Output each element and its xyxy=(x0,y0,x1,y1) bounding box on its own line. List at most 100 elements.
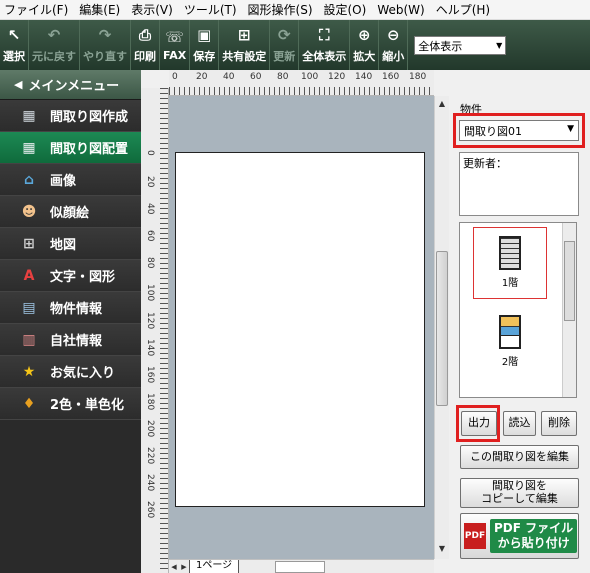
scroll-thumb[interactable] xyxy=(436,251,448,406)
sidebar-item-map[interactable]: ⊞ 地図 xyxy=(0,228,141,260)
portrait-icon: ☻ xyxy=(21,203,37,220)
page-prev-icon[interactable]: ◀ xyxy=(169,563,179,571)
sidebar-item-portrait[interactable]: ☻ 似顔絵 xyxy=(0,196,141,228)
share-settings-button[interactable]: ⊞ 共有設定 xyxy=(219,20,271,70)
menu-view[interactable]: 表示(V) xyxy=(131,1,173,18)
highlight-box xyxy=(456,405,500,442)
canvas-workspace[interactable] xyxy=(169,96,434,559)
ruler-label: 160 xyxy=(382,72,400,82)
star-icon: ★ xyxy=(22,363,36,380)
ruler-label: 20 xyxy=(145,176,155,188)
redo-icon: ↷ xyxy=(98,26,112,44)
ruler-label: 240 xyxy=(145,474,155,492)
map-icon: ⊞ xyxy=(23,235,35,252)
sidebar-item-floorplan-create[interactable]: ▦ 間取り図作成 xyxy=(0,100,141,132)
text-shape-icon: A xyxy=(23,267,35,284)
company-info-icon: ▥ xyxy=(22,331,36,348)
floor-thumbnail[interactable]: 2階 xyxy=(473,307,547,379)
save-icon: ▣ xyxy=(197,26,212,44)
floorplan-create-icon: ▦ xyxy=(22,107,36,124)
main-menu-header[interactable]: ◀ メインメニュー xyxy=(0,70,141,100)
pdf-icon: PDF xyxy=(464,523,486,549)
ruler-label: 180 xyxy=(409,72,427,82)
zoom-in-button[interactable]: ⊕ 拡大 xyxy=(350,20,380,70)
fit-view-icon: ⛶ xyxy=(318,26,330,44)
color-mode-icon: ♦ xyxy=(22,395,36,412)
ruler-label: 120 xyxy=(328,72,346,82)
sidebar-item-text-shape[interactable]: A 文字・図形 xyxy=(0,260,141,292)
page-tab[interactable]: 1ページ xyxy=(189,560,240,573)
menu-tools[interactable]: ツール(T) xyxy=(184,1,237,18)
ruler-label: 100 xyxy=(301,72,319,82)
ruler-label: 60 xyxy=(145,230,155,242)
page-tab-bar: ◀ ▶ 1ページ xyxy=(169,559,434,573)
sidebar-item-favorites[interactable]: ★ お気に入り xyxy=(0,356,141,388)
copy-edit-floorplan-button[interactable]: 間取り図を コピーして編集 xyxy=(460,478,579,508)
ruler-label: 140 xyxy=(145,339,155,357)
thumbnail-scrollbar[interactable] xyxy=(562,223,576,397)
sidebar-item-property-info[interactable]: ▤ 物件情報 xyxy=(0,292,141,324)
toolbar: ↖ 選択 ↶ 元に戻す ↷ やり直す ⎙ 印刷 ☏ FAX ▣ 保存 ⊞ 共有設定 ⟳ 更新 ⛶… xyxy=(0,20,590,70)
fax-icon: ☏ xyxy=(165,27,185,46)
floorplan-thumb-icon xyxy=(499,236,521,270)
vertical-ruler: 0 20 40 60 80 100 120 140 160 180 200 22… xyxy=(141,88,169,573)
cursor-icon: ↖ xyxy=(7,26,21,44)
horizontal-scroll-thumb[interactable] xyxy=(275,560,326,573)
share-icon: ⊞ xyxy=(237,26,251,44)
load-button[interactable]: 読込 xyxy=(503,411,536,436)
highlight-box xyxy=(453,113,585,148)
fax-button[interactable]: ☏ FAX xyxy=(160,20,191,70)
zoom-out-button[interactable]: ⊖ 縮小 xyxy=(379,20,409,70)
menu-shape-ops[interactable]: 図形操作(S) xyxy=(248,1,313,18)
ruler-label: 20 xyxy=(196,72,208,82)
ruler-label: 80 xyxy=(277,72,289,82)
chevron-down-icon: ▼ xyxy=(496,41,503,50)
page-next-icon[interactable]: ▶ xyxy=(179,563,189,571)
ruler-label: 180 xyxy=(145,393,155,411)
scroll-up-icon[interactable]: ▲ xyxy=(435,99,449,108)
floorplan-layout-icon: ▦ xyxy=(22,139,36,156)
vertical-scrollbar[interactable]: ▲ ▼ xyxy=(434,96,449,559)
refresh-icon: ⟳ xyxy=(277,26,291,44)
ruler-label: 260 xyxy=(145,501,155,519)
ruler-label: 40 xyxy=(145,203,155,215)
ruler-label: 40 xyxy=(223,72,235,82)
menu-settings[interactable]: 設定(O) xyxy=(324,1,367,18)
ruler-label: 100 xyxy=(145,284,155,302)
print-button[interactable]: ⎙ 印刷 xyxy=(131,20,160,70)
ruler-label: 80 xyxy=(145,257,155,269)
ruler-label: 220 xyxy=(145,447,155,465)
floor-thumbnail[interactable]: 1階 xyxy=(473,227,547,299)
edit-floorplan-button[interactable]: この間取り図を編集 xyxy=(460,445,579,469)
menu-web[interactable]: Web(W) xyxy=(377,3,424,17)
refresh-button[interactable]: ⟳ 更新 xyxy=(270,20,300,70)
save-button[interactable]: ▣ 保存 xyxy=(190,20,220,70)
ruler-label: 120 xyxy=(145,312,155,330)
ruler-label: 160 xyxy=(145,366,155,384)
redo-button[interactable]: ↷ やり直す xyxy=(80,20,131,70)
zoom-in-icon: ⊕ xyxy=(357,26,371,44)
scroll-down-icon[interactable]: ▼ xyxy=(435,544,449,553)
delete-button[interactable]: 削除 xyxy=(541,411,577,436)
updater-field: 更新者： xyxy=(459,152,579,216)
undo-button[interactable]: ↶ 元に戻す xyxy=(29,20,80,70)
select-tool-button[interactable]: ↖ 選択 xyxy=(0,20,29,70)
page-canvas[interactable] xyxy=(175,152,425,507)
horizontal-ruler: 0 20 40 60 80 100 120 140 160 180 xyxy=(169,70,434,96)
zoom-select[interactable]: 全体表示 ▼ xyxy=(414,36,507,55)
fit-view-button[interactable]: ⛶ 全体表示 xyxy=(299,20,351,70)
pdf-paste-button[interactable]: PDF PDF ファイル から貼り付け xyxy=(460,513,579,559)
menu-help[interactable]: ヘルプ(H) xyxy=(436,1,490,18)
sidebar-item-company-info[interactable]: ▥ 自社情報 xyxy=(0,324,141,356)
floor-thumbnail-list: 1階 2階 xyxy=(459,222,577,398)
menu-file[interactable]: ファイル(F) xyxy=(4,1,68,18)
image-icon: ⌂ xyxy=(23,171,35,188)
triangle-left-icon: ◀ xyxy=(14,78,23,91)
ruler-label: 200 xyxy=(145,420,155,438)
menu-edit[interactable]: 編集(E) xyxy=(79,1,120,18)
sidebar-item-color-mode[interactable]: ♦ 2色・単色化 xyxy=(0,388,141,420)
menu-bar: ファイル(F) 編集(E) 表示(V) ツール(T) 図形操作(S) 設定(O)… xyxy=(0,0,590,20)
sidebar-item-image[interactable]: ⌂ 画像 xyxy=(0,164,141,196)
sidebar-item-floorplan-layout[interactable]: ▦ 間取り図配置 xyxy=(0,132,141,164)
ruler-label: 0 xyxy=(172,72,178,82)
